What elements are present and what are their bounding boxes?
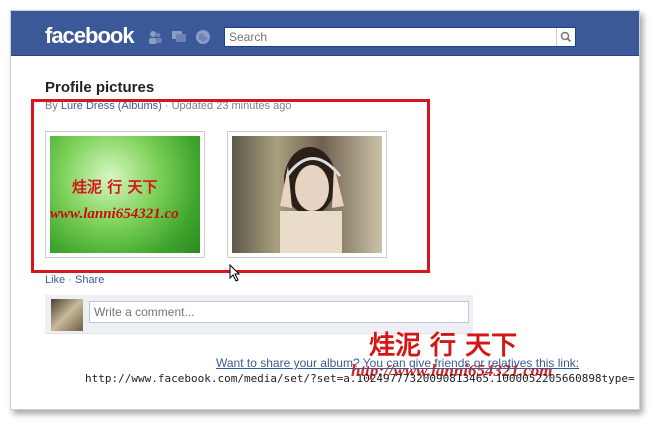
mouse-cursor-icon	[229, 264, 241, 282]
like-link[interactable]: Like	[45, 274, 65, 286]
notifications-globe-icon[interactable]	[195, 29, 211, 45]
search-box	[224, 27, 576, 47]
share-album-text[interactable]: Want to share your album? You can give f…	[216, 356, 579, 370]
search-button[interactable]	[556, 28, 575, 46]
share-link[interactable]: Share	[75, 274, 104, 286]
facebook-top-bar: facebook	[11, 11, 639, 56]
highlight-rectangle	[31, 99, 430, 273]
facebook-logo[interactable]: facebook	[45, 23, 135, 49]
friends-icon[interactable]	[147, 29, 163, 45]
messages-icon[interactable]	[171, 29, 187, 45]
search-input[interactable]	[225, 28, 553, 46]
album-link-url[interactable]: http://www.facebook.com/media/set/?set=a…	[85, 372, 635, 385]
comment-input[interactable]	[89, 301, 469, 323]
search-icon	[560, 31, 572, 43]
album-title: Profile pictures	[45, 79, 155, 96]
screenshot-frame: facebook Profile pictures By Lure Dre	[10, 10, 640, 410]
avatar	[51, 299, 83, 331]
actions-separator: ·	[68, 274, 72, 286]
photo-actions: Like · Share	[45, 274, 104, 286]
